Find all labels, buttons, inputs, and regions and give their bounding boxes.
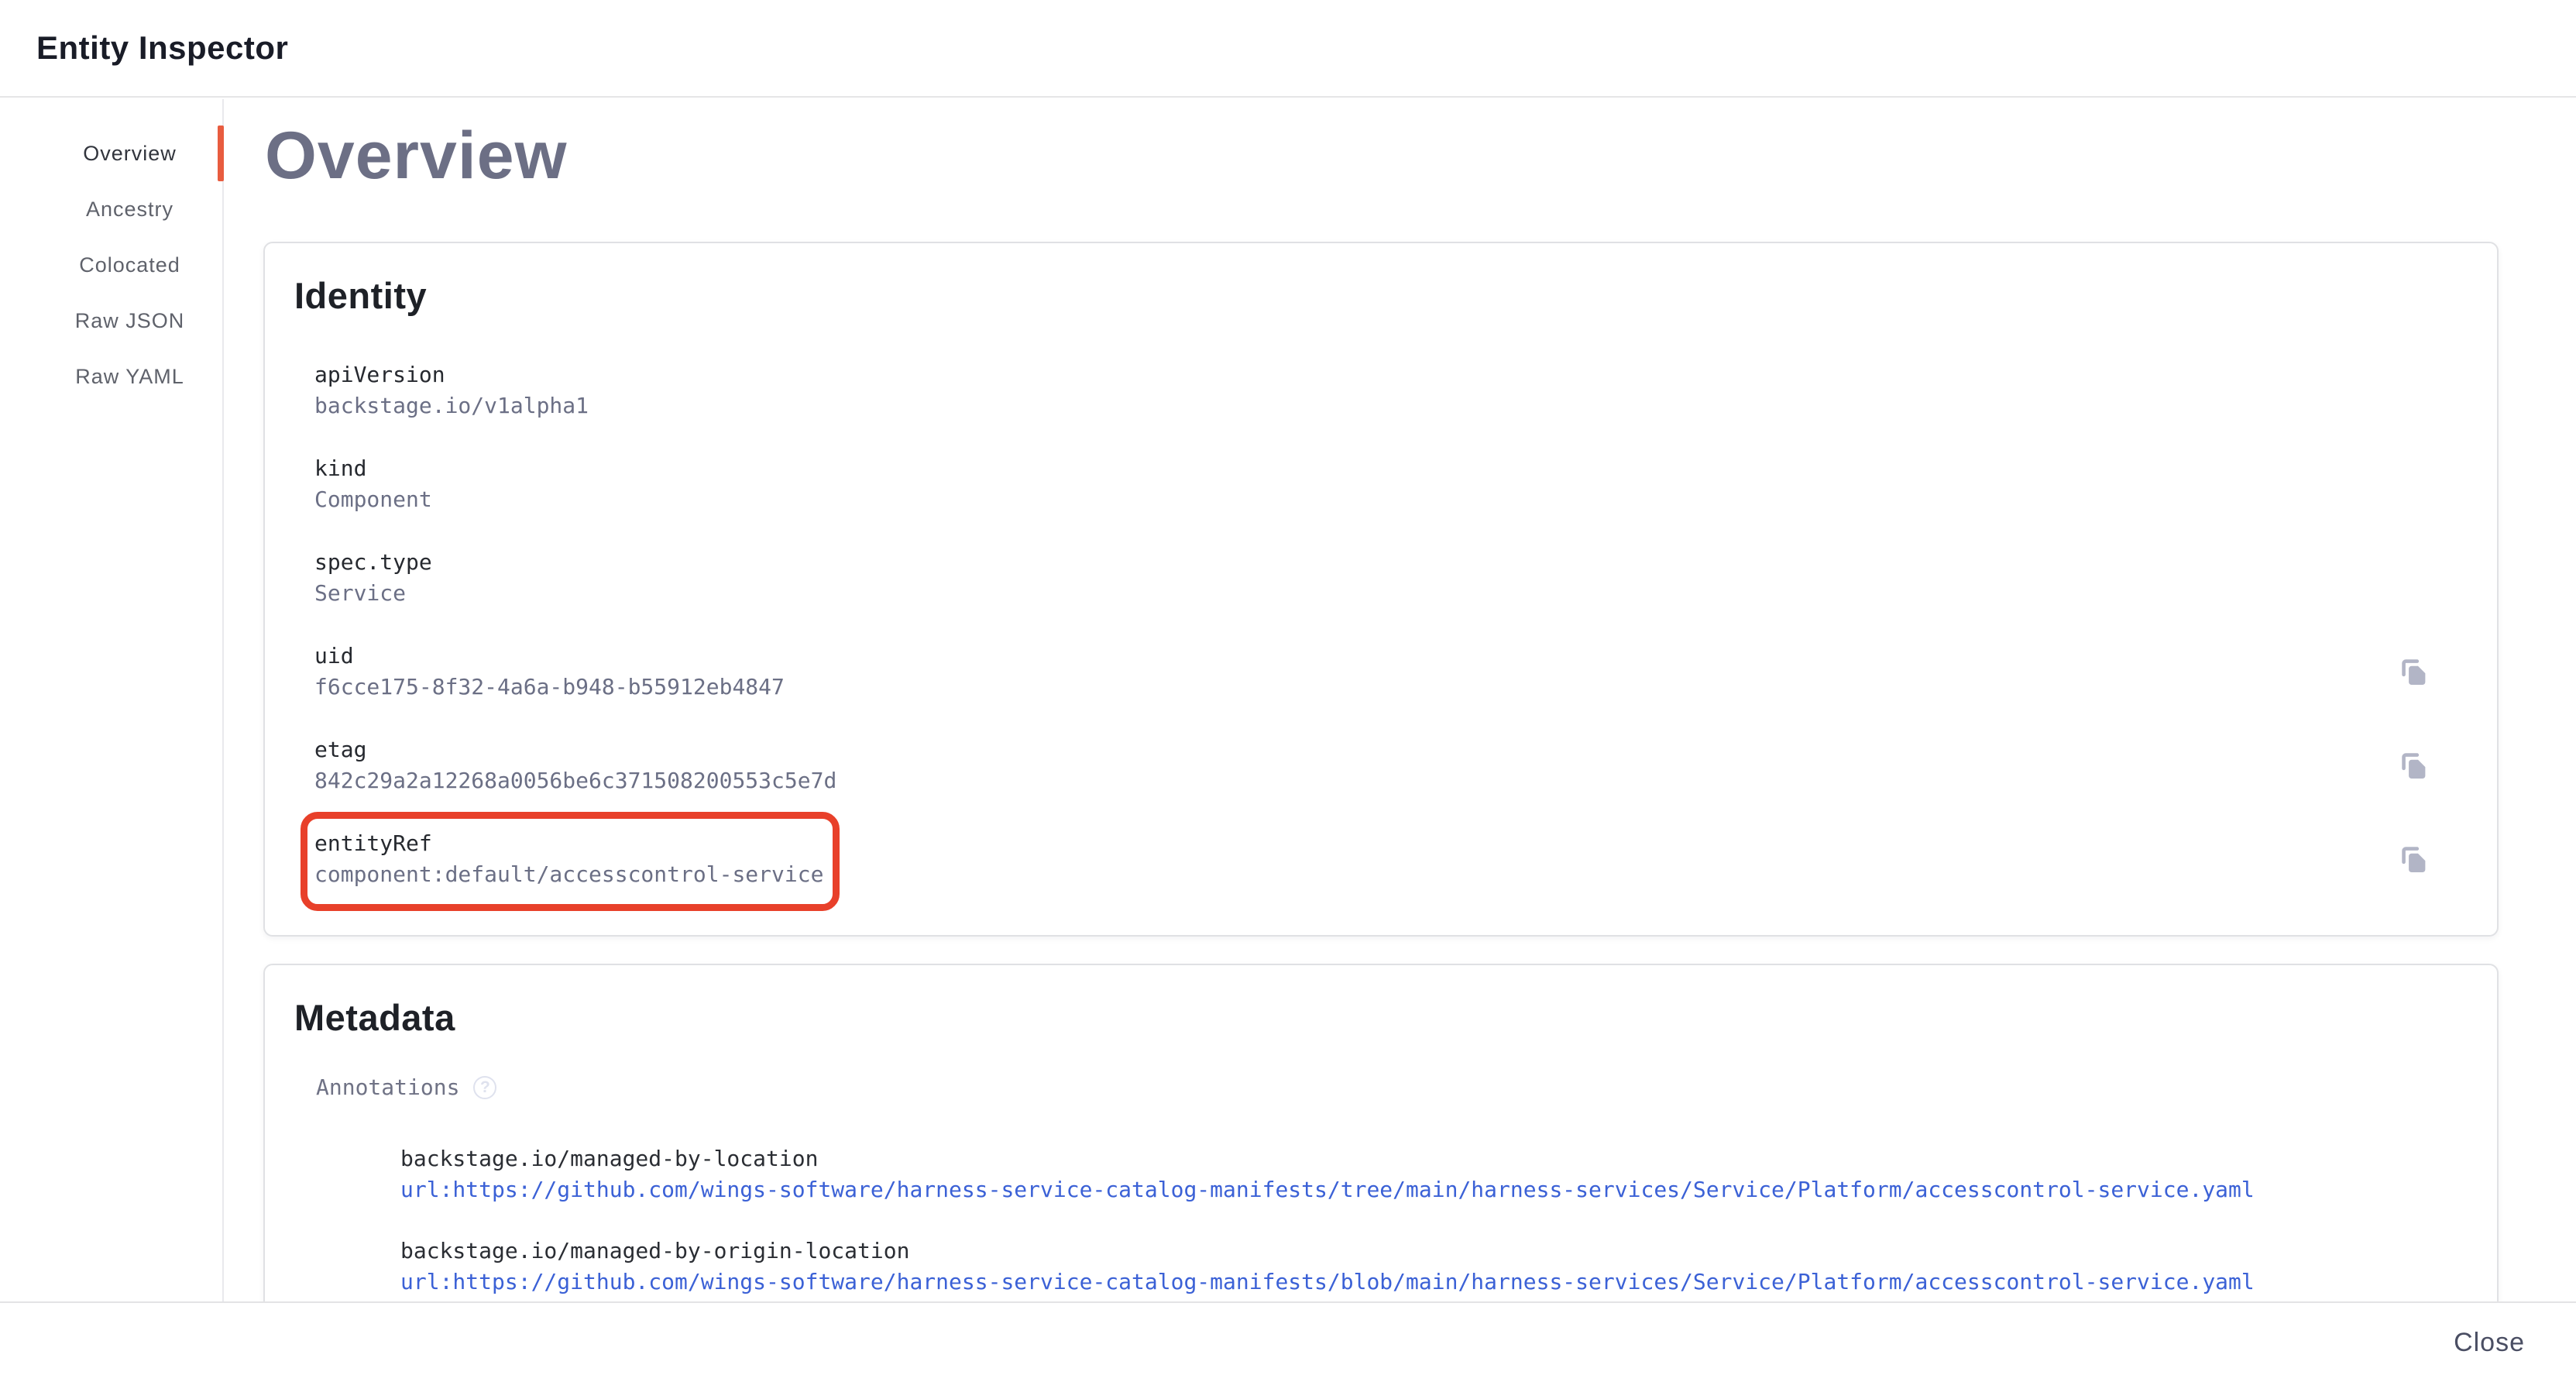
field-key: entityRef (314, 828, 2497, 859)
main-content: Overview Identity apiVersion backstage.i… (225, 99, 2576, 1301)
dialog-title: Entity Inspector (36, 29, 288, 67)
identity-fields: apiVersion backstage.io/v1alpha1 kind Co… (314, 359, 2497, 890)
dialog-footer: Close (0, 1301, 2576, 1382)
identity-card-title: Identity (294, 277, 2497, 314)
page-title: Overview (265, 122, 567, 189)
field-value: backstage.io/v1alpha1 (314, 390, 2497, 421)
field-value: Component (314, 484, 2497, 515)
tab-raw-yaml[interactable]: Raw YAML (37, 349, 222, 404)
annotation-managed-by-origin-location: backstage.io/managed-by-origin-location … (400, 1236, 2497, 1298)
annotation-managed-by-location: backstage.io/managed-by-location url:htt… (400, 1143, 2497, 1205)
field-spec-type: spec.type Service (314, 547, 2497, 609)
field-uid: uid f6cce175-8f32-4a6a-b948-b55912eb4847 (314, 641, 2497, 703)
field-kind: kind Component (314, 453, 2497, 515)
field-key: etag (314, 734, 2497, 765)
field-value: Service (314, 578, 2497, 609)
annotation-key: backstage.io/managed-by-location (400, 1143, 2497, 1174)
field-value: 842c29a2a12268a0056be6c371508200553c5e7d (314, 765, 2497, 796)
field-value: component:default/accesscontrol-service (314, 859, 2497, 890)
copy-entityref-button[interactable] (2396, 841, 2432, 877)
copy-icon (2396, 748, 2432, 783)
field-value: f6cce175-8f32-4a6a-b948-b55912eb4847 (314, 672, 2497, 703)
close-button[interactable]: Close (2433, 1317, 2545, 1369)
field-key: spec.type (314, 547, 2497, 578)
field-key: apiVersion (314, 359, 2497, 390)
circle-question-icon[interactable]: ? (473, 1076, 496, 1099)
copy-etag-button[interactable] (2396, 748, 2432, 783)
entity-inspector-dialog: Entity Inspector Overview Ancestry Coloc… (0, 0, 2576, 1382)
annotation-entries: backstage.io/managed-by-location url:htt… (400, 1143, 2497, 1298)
tab-colocated[interactable]: Colocated (37, 237, 222, 293)
dialog-body: Overview Ancestry Colocated Raw JSON Raw… (0, 99, 2576, 1301)
metadata-card: Metadata Annotations ? backstage.io/mana… (263, 964, 2499, 1301)
tab-ancestry[interactable]: Ancestry (37, 181, 222, 237)
field-apiversion: apiVersion backstage.io/v1alpha1 (314, 359, 2497, 421)
field-key: uid (314, 641, 2497, 672)
annotation-url-link[interactable]: url:https://github.com/wings-software/ha… (400, 1174, 2255, 1205)
copy-uid-button[interactable] (2396, 654, 2432, 689)
copy-icon (2396, 841, 2432, 877)
tab-raw-json[interactable]: Raw JSON (37, 293, 222, 349)
field-entityref: entityRef component:default/accesscontro… (314, 828, 2497, 890)
annotation-url-link[interactable]: url:https://github.com/wings-software/ha… (400, 1267, 2255, 1298)
field-key: kind (314, 453, 2497, 484)
active-tab-indicator (218, 125, 224, 181)
sidebar: Overview Ancestry Colocated Raw JSON Raw… (0, 99, 224, 1301)
metadata-card-title: Metadata (294, 999, 2497, 1036)
annotation-key: backstage.io/managed-by-origin-location (400, 1236, 2497, 1267)
field-etag: etag 842c29a2a12268a0056be6c371508200553… (314, 734, 2497, 796)
copy-icon (2396, 654, 2432, 689)
tab-overview[interactable]: Overview (37, 125, 222, 181)
annotations-label: Annotations (316, 1072, 459, 1103)
identity-card: Identity apiVersion backstage.io/v1alpha… (263, 242, 2499, 937)
annotations-section: Annotations ? (316, 1072, 2497, 1103)
tab-list: Overview Ancestry Colocated Raw JSON Raw… (37, 125, 222, 404)
dialog-header: Entity Inspector (0, 0, 2576, 98)
